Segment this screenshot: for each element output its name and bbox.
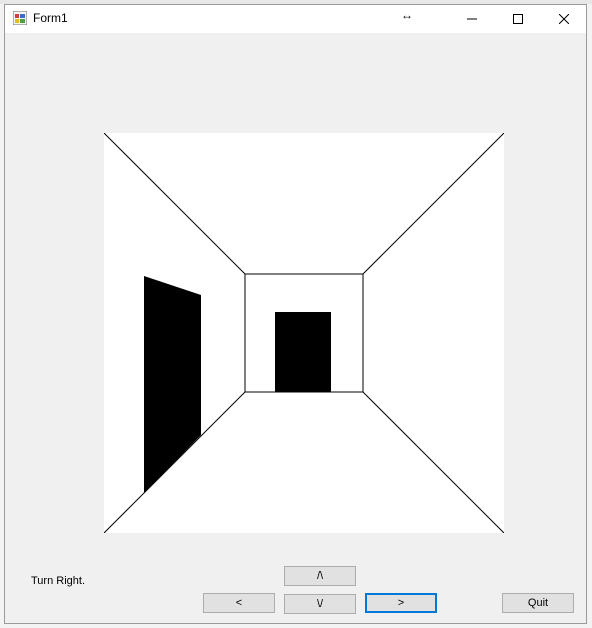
close-button[interactable] (541, 5, 587, 33)
move-forward-button[interactable]: /\ (284, 566, 356, 586)
minimize-button[interactable] (449, 5, 495, 33)
far-wall-door (275, 312, 331, 392)
status-label: Turn Right. (31, 575, 86, 587)
form-window: Form1 ↔ Turn Right. /\ < \/ > Quit (4, 4, 587, 624)
move-back-button[interactable]: \/ (284, 594, 356, 614)
maximize-icon (513, 14, 523, 24)
title-bar[interactable]: Form1 ↔ (5, 5, 586, 33)
desktop-background: Form1 ↔ Turn Right. /\ < \/ > Quit (0, 0, 592, 628)
winforms-app-icon (13, 11, 27, 25)
maximize-button[interactable] (495, 5, 541, 33)
quit-button[interactable]: Quit (502, 593, 574, 613)
maze-view-canvas (104, 133, 504, 533)
turn-right-button[interactable]: > (365, 593, 437, 613)
close-icon (559, 14, 569, 24)
minimize-icon (467, 18, 477, 20)
horizontal-resize-cursor-icon: ↔ (401, 8, 413, 22)
turn-left-button[interactable]: < (203, 593, 275, 613)
window-title: Form1 (33, 11, 68, 25)
